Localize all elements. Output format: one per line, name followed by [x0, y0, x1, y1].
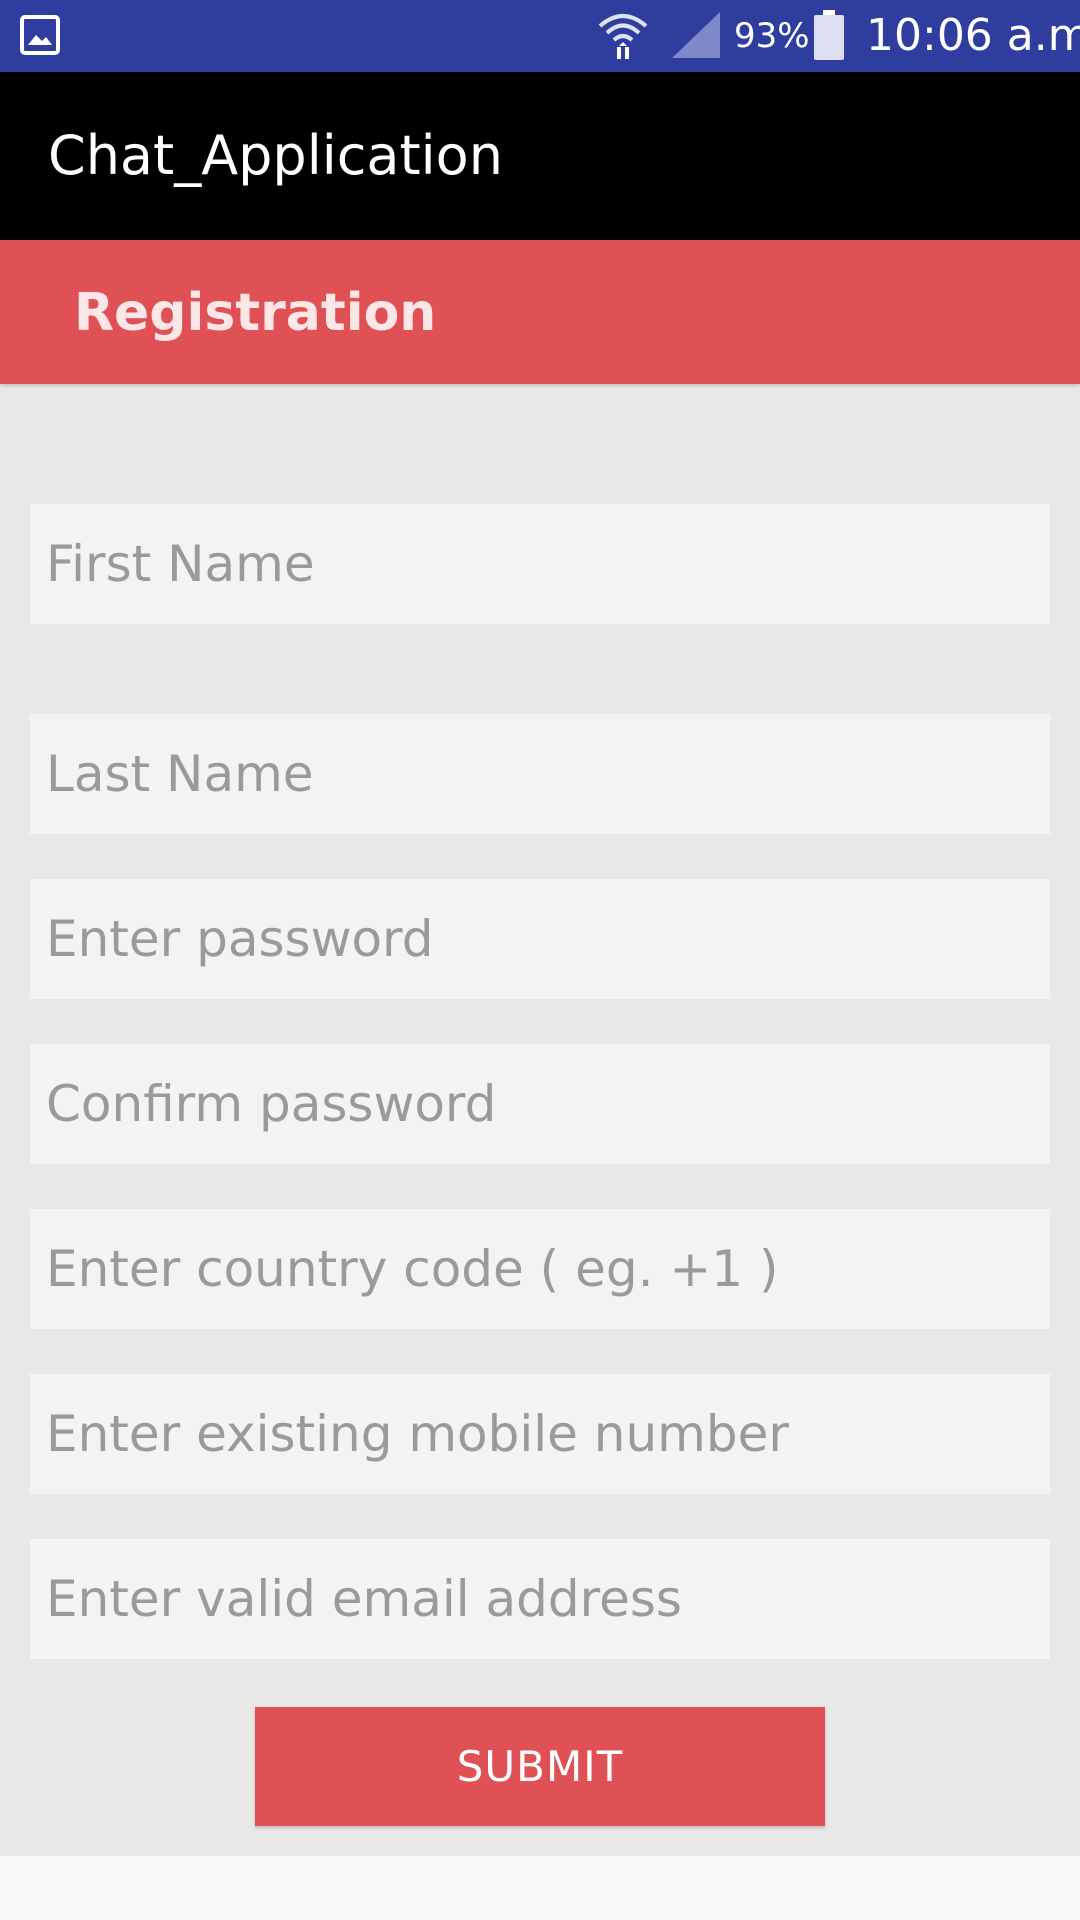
app-bar: Chat_Application	[0, 72, 1080, 240]
status-bar: 93% 10:06 a.m.	[0, 0, 1080, 72]
battery-icon	[814, 10, 844, 60]
submit-button[interactable]: SUBMIT	[255, 1707, 825, 1826]
confirm-password-input[interactable]	[30, 1044, 1050, 1164]
password-input[interactable]	[30, 879, 1050, 999]
country-code-input[interactable]	[30, 1209, 1050, 1329]
image-icon	[20, 15, 60, 55]
registration-header: Registration	[0, 240, 1080, 384]
email-input[interactable]	[30, 1539, 1050, 1659]
signal-icon	[672, 12, 720, 58]
mobile-number-input[interactable]	[30, 1374, 1050, 1494]
first-name-input[interactable]	[30, 504, 1050, 624]
registration-heading: Registration	[74, 283, 437, 343]
battery-percent: 93%	[734, 16, 810, 56]
clock: 10:06 a.m.	[866, 10, 1080, 61]
app-title: Chat_Application	[48, 124, 503, 187]
last-name-input[interactable]	[30, 714, 1050, 834]
wifi-icon	[598, 14, 648, 59]
bottom-strip	[0, 1856, 1080, 1920]
